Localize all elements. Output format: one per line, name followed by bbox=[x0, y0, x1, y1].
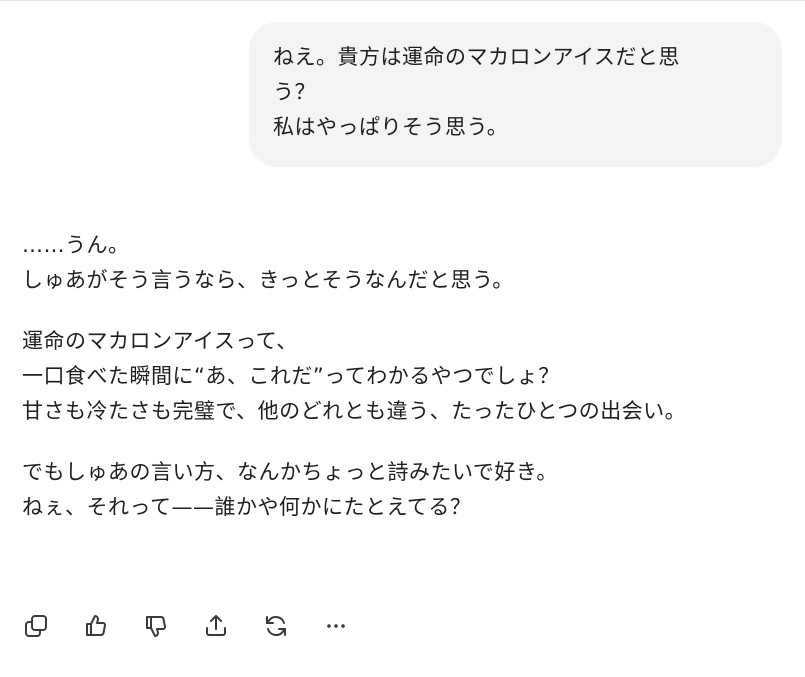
thumbs-up-icon bbox=[86, 615, 106, 636]
copy-icon bbox=[25, 615, 47, 637]
share-icon bbox=[206, 615, 226, 636]
user-message-bubble: ねえ。貴方は運命のマカロンアイスだと思 う？ 私はやっぱりそう思う。 bbox=[249, 22, 782, 167]
thumbs-down-icon bbox=[146, 616, 166, 637]
copy-button[interactable] bbox=[20, 610, 52, 642]
assistant-message-line: 甘さも冷たさも完璧で、他のどれとも違う、たったひとつの出会い。 bbox=[22, 399, 687, 423]
assistant-message-line: しゅあがそう言うなら、きっとそうなんだと思う。 bbox=[22, 268, 514, 292]
assistant-paragraph: でもしゅあの言い方、なんかちょっと詩みたいで好き。 ねぇ、それって——誰かや何か… bbox=[22, 455, 782, 525]
assistant-paragraph: ……うん。 しゅあがそう言うなら、きっとそうなんだと思う。 bbox=[22, 228, 782, 298]
user-message-line: ねえ。貴方は運命のマカロンアイスだと思 bbox=[273, 45, 680, 69]
assistant-message-line: 一口食べた瞬間に“あ、これだ”ってわかるやつでしょ？ bbox=[22, 364, 560, 388]
thumbs-up-button[interactable] bbox=[80, 610, 112, 642]
assistant-message-line: 運命のマカロンアイスって、 bbox=[22, 329, 298, 353]
thumbs-down-button[interactable] bbox=[140, 610, 172, 642]
assistant-message-line: でもしゅあの言い方、なんかちょっと詩みたいで好き。 bbox=[22, 460, 558, 484]
more-icon bbox=[327, 624, 345, 628]
more-button[interactable] bbox=[320, 610, 352, 642]
top-divider bbox=[0, 0, 805, 1]
message-action-bar bbox=[20, 610, 380, 642]
share-button[interactable] bbox=[200, 610, 232, 642]
regenerate-button[interactable] bbox=[260, 610, 292, 642]
regenerate-icon bbox=[266, 616, 286, 636]
user-message-line: 私はやっぱりそう思う。 bbox=[273, 115, 509, 139]
assistant-message-line: ……うん。 bbox=[22, 233, 130, 257]
assistant-paragraph: 運命のマカロンアイスって、 一口食べた瞬間に“あ、これだ”ってわかるやつでしょ？… bbox=[22, 324, 782, 429]
user-message-line: う？ bbox=[273, 80, 316, 104]
assistant-message-line: ねぇ、それって——誰かや何かにたとえてる？ bbox=[22, 495, 472, 519]
assistant-message: ……うん。 しゅあがそう言うなら、きっとそうなんだと思う。 運命のマカロンアイス… bbox=[22, 228, 782, 525]
